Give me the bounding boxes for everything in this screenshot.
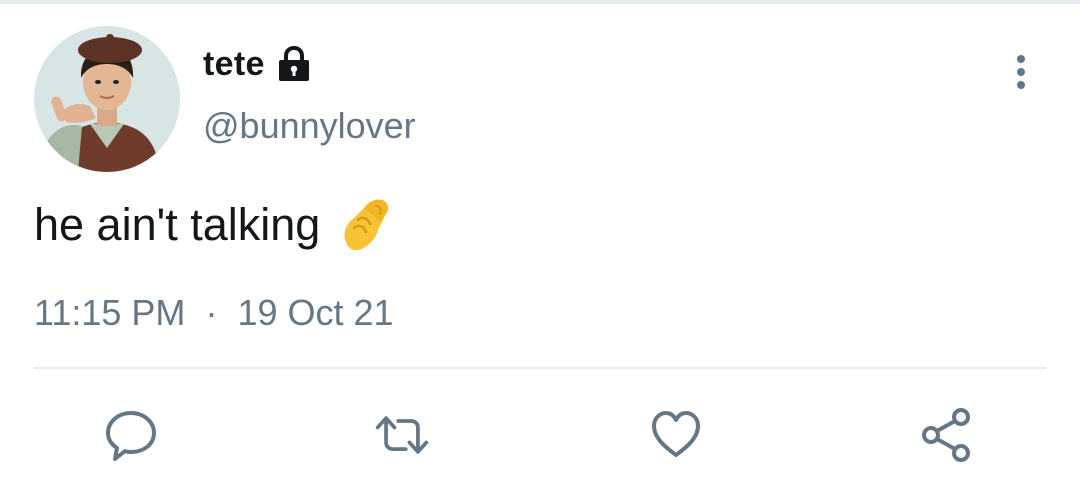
lock-icon <box>275 45 313 83</box>
display-name[interactable]: tete <box>203 45 265 84</box>
heart-icon <box>652 411 700 457</box>
tweet-card: tete @bunnylover he ain't talking 11:15 … <box>0 0 1080 499</box>
retweet-icon <box>375 416 429 454</box>
actions-divider <box>34 367 1046 369</box>
share-button[interactable] <box>917 405 977 465</box>
reply-button[interactable] <box>101 405 161 465</box>
tweet-timestamp[interactable]: 11:15 PM · 19 Oct 21 <box>34 292 394 334</box>
share-icon <box>922 408 970 462</box>
tweet-date: 19 Oct 21 <box>237 292 394 333</box>
tweet-time: 11:15 PM <box>34 292 186 333</box>
tweet-text-row: he ain't talking <box>34 196 394 254</box>
timestamp-separator: · <box>205 292 218 333</box>
more-vertical-icon[interactable] <box>1005 53 1037 93</box>
retweet-button[interactable] <box>372 405 432 465</box>
pinched-fingers-emoji-icon <box>338 196 394 254</box>
avatar-image <box>34 26 180 172</box>
reply-icon <box>106 411 156 461</box>
avatar[interactable] <box>34 26 180 172</box>
user-name-row[interactable]: tete <box>203 42 313 86</box>
like-button[interactable] <box>646 405 706 465</box>
tweet-text: he ain't talking <box>34 199 321 250</box>
user-handle[interactable]: @bunnylover <box>203 105 416 147</box>
